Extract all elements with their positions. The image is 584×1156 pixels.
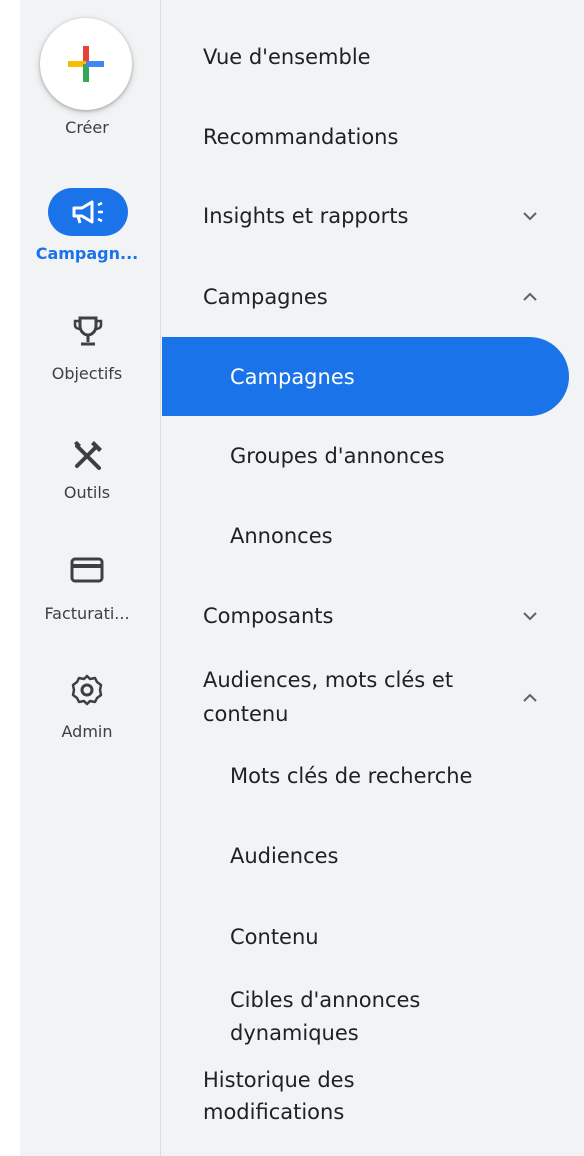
nav-subitem-dynamic-targets-line1[interactable]: Cibles d'annonces bbox=[230, 988, 420, 1012]
nav-item-overview[interactable]: Vue d'ensemble bbox=[203, 45, 371, 69]
rail-label-tools[interactable]: Outils bbox=[20, 483, 154, 502]
nav-group-audiences-line2[interactable]: contenu bbox=[203, 702, 288, 726]
nav-group-audiences-line1[interactable]: Audiences, mots clés et bbox=[203, 668, 453, 692]
chevron-down-icon[interactable] bbox=[520, 206, 540, 226]
nav-item-recommendations[interactable]: Recommandations bbox=[203, 125, 398, 149]
nav-group-campaigns[interactable]: Campagnes bbox=[203, 285, 328, 309]
tools-icon[interactable] bbox=[71, 438, 105, 472]
campaign-megaphone-icon bbox=[72, 200, 103, 224]
nav-subitem-dynamic-targets-line2[interactable]: dynamiques bbox=[230, 1021, 359, 1045]
create-button[interactable] bbox=[40, 18, 132, 110]
nav-item-assets[interactable]: Composants bbox=[203, 604, 333, 628]
create-label: Créer bbox=[65, 118, 109, 137]
chevron-up-icon[interactable] bbox=[520, 287, 540, 307]
nav-item-history-line1[interactable]: Historique des bbox=[203, 1068, 355, 1092]
rail-label-billing[interactable]: Facturati... bbox=[20, 604, 154, 623]
rail-label-objectives[interactable]: Objectifs bbox=[20, 364, 154, 383]
nav-subitem-audiences[interactable]: Audiences bbox=[230, 844, 338, 868]
credit-card-icon[interactable] bbox=[70, 556, 104, 584]
chevron-up-icon[interactable] bbox=[520, 688, 540, 708]
nav-item-insights[interactable]: Insights et rapports bbox=[203, 204, 408, 228]
nav-subitem-search-keywords[interactable]: Mots clés de recherche bbox=[230, 764, 472, 788]
rail-label-admin[interactable]: Admin bbox=[20, 722, 154, 741]
nav-subitem-campaigns-label[interactable]: Campagnes bbox=[230, 365, 355, 389]
navigation-panel bbox=[161, 0, 584, 1156]
nav-subitem-content[interactable]: Contenu bbox=[230, 925, 319, 949]
nav-item-history-line2[interactable]: modifications bbox=[203, 1100, 344, 1124]
chevron-down-icon[interactable] bbox=[520, 606, 540, 626]
plus-icon bbox=[68, 46, 104, 82]
rail-item-campaigns[interactable] bbox=[48, 188, 128, 236]
rail-label-campaigns[interactable]: Campagn... bbox=[20, 244, 154, 263]
trophy-icon[interactable] bbox=[73, 314, 103, 348]
nav-subitem-ad-groups[interactable]: Groupes d'annonces bbox=[230, 444, 445, 468]
nav-subitem-ads[interactable]: Annonces bbox=[230, 524, 333, 548]
gear-icon[interactable] bbox=[70, 673, 104, 707]
nav-subitem-campaigns-active[interactable] bbox=[162, 337, 569, 416]
